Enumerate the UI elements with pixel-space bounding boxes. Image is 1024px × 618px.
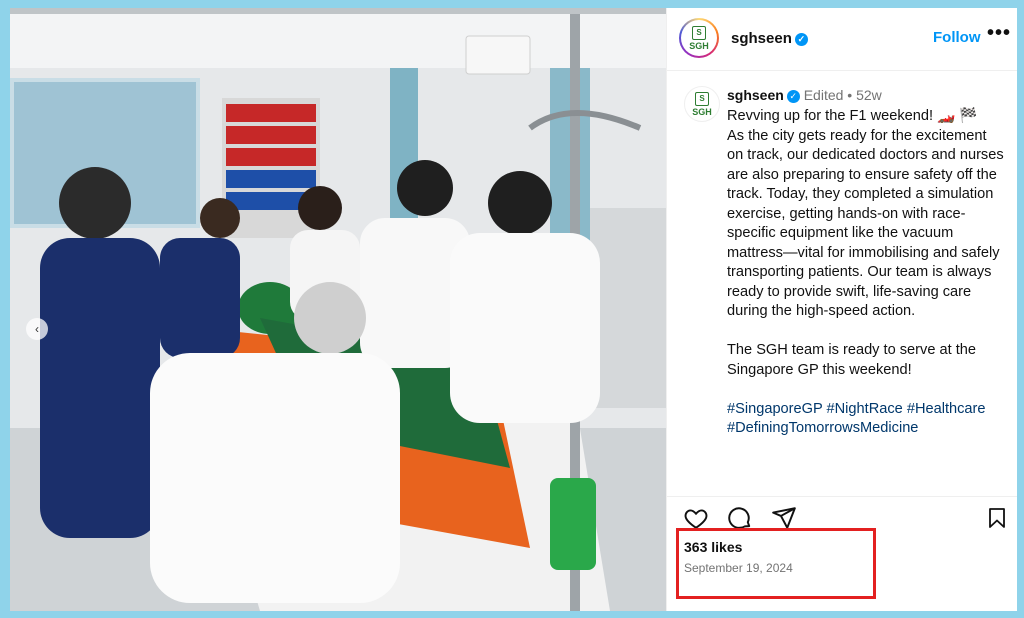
sgh-logo-mark: S — [692, 25, 706, 40]
previous-photo-button[interactable]: ‹ — [26, 318, 48, 340]
avatar-logo: S SGH — [681, 20, 717, 56]
caption-text: Revving up for the F1 weekend! 🏎️ 🏁 As t… — [727, 107, 1005, 458]
post-header: S SGH sghseen ✓ Follow ••• — [667, 8, 1017, 71]
caption-avatar-logo-text: SGH — [692, 106, 712, 117]
bookmark-icon[interactable] — [985, 505, 1009, 536]
photo-illustration — [10, 8, 666, 611]
caption-meta: sghseen ✓ Edited • 52w — [727, 87, 882, 103]
caption-hashtags[interactable]: #SingaporeGP #NightRace #Healthcare #Def… — [727, 400, 1005, 439]
avatar[interactable]: S SGH — [679, 18, 719, 58]
post-photo[interactable]: ‹ — [10, 8, 666, 611]
verified-badge-icon: ✓ — [794, 32, 808, 46]
caption-paragraph-1: Revving up for the F1 weekend! 🏎️ 🏁 As t… — [727, 108, 1004, 319]
edited-label: Edited — [803, 87, 844, 103]
follow-button[interactable]: Follow — [933, 29, 981, 46]
header-username-row: sghseen ✓ — [731, 30, 808, 47]
chevron-left-icon: ‹ — [35, 322, 39, 336]
caption-username[interactable]: sghseen — [727, 87, 784, 103]
caption-avatar[interactable]: S SGH — [684, 86, 720, 122]
highlight-annotation-box — [676, 528, 876, 599]
sgh-logo-mark: S — [695, 91, 709, 106]
header-username[interactable]: sghseen — [731, 30, 792, 47]
instagram-post-frame: ‹ S SGH sghseen ✓ Follow ••• S SGH sghse… — [10, 8, 1017, 611]
caption-paragraph-2: The SGH team is ready to serve at the Si… — [727, 342, 977, 378]
post-side-panel: S SGH sghseen ✓ Follow ••• S SGH sghseen ✓… — [666, 8, 1017, 611]
verified-badge-icon: ✓ — [786, 89, 800, 103]
caption-section: S SGH sghseen ✓ Edited • 52w Revving up f… — [667, 80, 1017, 490]
more-options-icon[interactable]: ••• — [987, 22, 1011, 45]
meta-separator: • — [847, 87, 853, 103]
avatar-logo-text: SGH — [689, 40, 709, 51]
post-age[interactable]: 52w — [856, 87, 882, 103]
